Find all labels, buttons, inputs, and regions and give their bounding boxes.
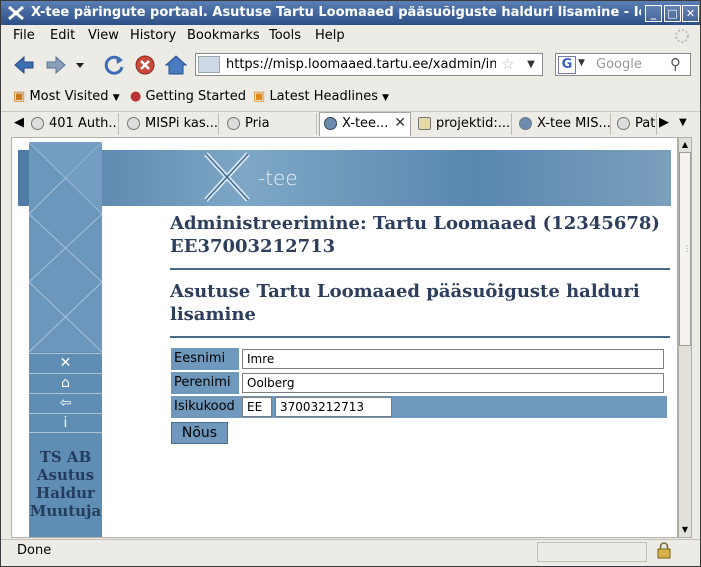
sidebar-links: TS AB Asutus Haldur Muutuja — [29, 448, 102, 520]
status-text: Done — [17, 543, 52, 558]
menu-help[interactable]: Help — [315, 28, 345, 43]
url-text[interactable]: https://misp.loomaaed.tartu.ee/xadmin/in… — [226, 57, 496, 72]
bookmark-latest-headlines[interactable]: ▣ Latest Headlines ▼ — [253, 89, 389, 104]
menu-tools[interactable]: Tools — [269, 28, 301, 43]
lock-icon[interactable] — [657, 542, 671, 559]
idcode-input[interactable]: 37003212713 — [275, 397, 392, 417]
rss-icon: ▣ — [253, 89, 266, 104]
xtee-tab-icon — [519, 117, 532, 130]
tab-projektid[interactable]: projektid:... — [414, 113, 512, 135]
home-icon[interactable] — [163, 52, 189, 78]
google-engine-icon[interactable]: G — [558, 56, 576, 74]
page-icon — [31, 117, 44, 130]
minimize-icon[interactable]: _ — [645, 5, 662, 22]
title-bar: X-tee päringute portaal. Asutuse Tartu L… — [1, 1, 700, 25]
submit-button[interactable]: Nõus — [171, 422, 228, 444]
bookmark-star-icon[interactable]: ☆ — [501, 55, 514, 73]
back-icon[interactable] — [11, 52, 37, 78]
bookmark-getting-started[interactable]: ● Getting Started — [130, 89, 246, 104]
tab-scroll-left-icon[interactable]: ◀ — [14, 115, 24, 130]
engine-dropdown-icon[interactable]: ▼ — [578, 58, 585, 68]
bookmarks-toolbar: ▣ Most Visited ▼ ● Getting Started ▣ Lat… — [1, 85, 700, 109]
country-code-input[interactable]: EE — [242, 397, 272, 417]
page-icon — [617, 117, 630, 130]
bookmark-most-visited[interactable]: ▣ Most Visited ▼ — [13, 89, 120, 104]
browser-window: X-tee päringute portaal. Asutuse Tartu L… — [0, 0, 701, 567]
tab-401-auth[interactable]: 401 Auth... — [27, 113, 119, 135]
tab-bar: ◀ 401 Auth... MISPi kas... Pria X-tee...… — [1, 111, 700, 136]
tab-list-dropdown-icon[interactable]: ▼ — [679, 117, 687, 128]
divider — [170, 268, 670, 270]
page-title: Asutuse Tartu Loomaaed pääsuõiguste hald… — [170, 281, 640, 325]
tab-mispi-kas[interactable]: MISPi kas... — [123, 113, 219, 135]
search-icon[interactable]: ⚲ — [670, 55, 681, 73]
xtee-tab-icon — [324, 117, 337, 130]
tab-xtee-active[interactable]: X-tee... ✕ — [319, 112, 411, 136]
status-panel — [537, 542, 647, 562]
close-tab-icon[interactable]: ✕ — [394, 113, 406, 134]
sidebar-icon-group: ✕ ⌂ ⇦ i — [29, 353, 102, 433]
sidebar-link-haldur[interactable]: Haldur — [29, 484, 102, 502]
maximize-icon[interactable]: □ — [664, 5, 681, 22]
vertical-scrollbar[interactable]: ▲ ⋮ ▼ — [678, 137, 692, 538]
tab-pat[interactable]: Pat — [613, 113, 657, 135]
admin-heading: Administreerimine: Tartu Loomaaed (12345… — [170, 213, 660, 257]
url-dropdown-icon[interactable]: ▼ — [522, 56, 540, 74]
folder-icon: ▣ — [13, 89, 26, 104]
search-placeholder[interactable]: Google — [596, 57, 642, 72]
chevron-down-icon: ▼ — [382, 93, 390, 103]
idcode-label: Isikukood — [171, 396, 239, 418]
firstname-label: Eesnimi — [171, 348, 239, 370]
tab-pria[interactable]: Pria — [223, 113, 317, 135]
window-title: X-tee päringute portaal. Asutuse Tartu L… — [31, 5, 641, 20]
search-bar[interactable]: G ▼ Google ⚲ — [555, 53, 691, 76]
site-identity-icon[interactable] — [198, 56, 220, 73]
firstname-input[interactable]: Imre — [242, 349, 664, 369]
menu-bar: File Edit View History Bookmarks Tools H… — [1, 25, 700, 47]
menu-file[interactable]: File — [13, 28, 35, 43]
divider — [170, 336, 670, 338]
page-icon — [418, 117, 431, 130]
menu-view[interactable]: View — [88, 28, 119, 43]
sidebar-link-ts-ab[interactable]: TS AB — [29, 448, 102, 466]
lastname-label: Perenimi — [171, 372, 239, 394]
sidebar-link-asutus[interactable]: Asutus — [29, 466, 102, 484]
lastname-row: Perenimi Oolberg — [171, 372, 667, 394]
xtee-banner: -tee — [18, 150, 671, 206]
tab-scroll-right-icon[interactable]: ▶ — [659, 115, 669, 130]
reload-icon[interactable] — [101, 52, 127, 78]
menu-history[interactable]: History — [130, 28, 176, 43]
activity-throbber-icon — [675, 29, 689, 43]
lastname-input[interactable]: Oolberg — [242, 373, 664, 393]
tab-xtee-mis[interactable]: X-tee MIS... — [515, 113, 611, 135]
info-icon[interactable]: i — [29, 413, 102, 433]
stop-icon[interactable] — [132, 52, 158, 78]
forward-icon[interactable] — [43, 52, 69, 78]
scroll-down-icon[interactable]: ▼ — [679, 523, 691, 537]
history-dropdown-icon[interactable] — [73, 52, 87, 78]
close-icon[interactable]: ✕ — [29, 353, 102, 373]
banner-tee-text: -tee — [258, 166, 298, 190]
url-bar[interactable]: https://misp.loomaaed.tartu.ee/xadmin/in… — [195, 53, 543, 76]
idcode-row: Isikukood EE 37003212713 — [171, 396, 667, 418]
menu-edit[interactable]: Edit — [50, 28, 75, 43]
page-icon — [227, 117, 240, 130]
page-icon — [127, 117, 140, 130]
scroll-up-icon[interactable]: ▲ — [679, 138, 691, 152]
sidebar-link-muutuja[interactable]: Muutuja — [29, 502, 102, 520]
status-bar: Done — [1, 539, 700, 563]
main-content: Administreerimine: Tartu Loomaaed (12345… — [170, 212, 670, 348]
page-content: -tee ✕ ⌂ ⇦ i TS AB Asutus Haldur Muutuja — [11, 137, 678, 538]
chevron-down-icon: ▼ — [112, 93, 120, 103]
close-window-icon[interactable]: ✕ — [682, 5, 699, 22]
scroll-grip-icon: ⋮ — [683, 244, 691, 253]
back-arrow-icon[interactable]: ⇦ — [29, 393, 102, 413]
firstname-row: Eesnimi Imre — [171, 348, 667, 370]
firefox-icon: ● — [130, 89, 142, 104]
sidebar: ✕ ⌂ ⇦ i TS AB Asutus Haldur Muutuja — [29, 142, 102, 537]
sidebar-pattern — [29, 142, 102, 352]
xtee-app-icon — [8, 5, 24, 21]
home-icon[interactable]: ⌂ — [29, 373, 102, 393]
menu-bookmarks[interactable]: Bookmarks — [187, 28, 260, 43]
